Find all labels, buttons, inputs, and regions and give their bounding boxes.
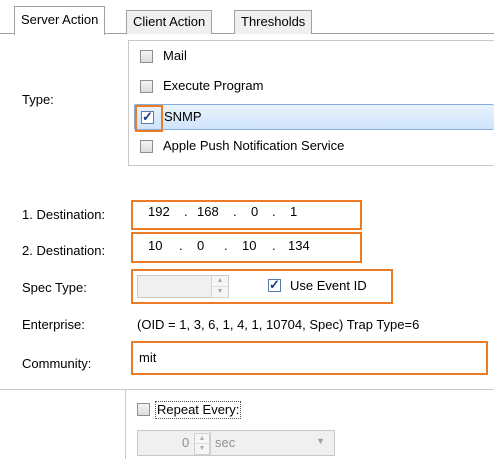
- destination1-ip-input[interactable]: 192 . 168 . 0 . 1: [131, 200, 362, 230]
- community-label: Community:: [22, 356, 92, 371]
- ip-dot: .: [233, 204, 237, 219]
- type-option-mail[interactable]: Mail: [134, 44, 494, 70]
- use-event-id-checkbox-row[interactable]: Use Event ID: [265, 276, 385, 296]
- spin-up-icon[interactable]: ▲: [195, 434, 209, 444]
- snmp-checkbox-highlight: [135, 105, 163, 132]
- ip-dot: .: [184, 204, 188, 219]
- spin-up-icon[interactable]: ▲: [212, 276, 228, 287]
- destination2-octet-1[interactable]: 10: [148, 238, 162, 253]
- ip-dot: .: [272, 238, 276, 253]
- destination1-label: 1. Destination:: [22, 207, 106, 222]
- ip-dot: .: [179, 238, 183, 253]
- snmp-label: SNMP: [164, 109, 202, 124]
- use-event-id-checkbox[interactable]: [268, 277, 281, 293]
- spec-type-spinner[interactable]: ▲ ▼: [137, 275, 229, 298]
- enterprise-label: Enterprise:: [22, 317, 85, 332]
- apple-push-label: Apple Push Notification Service: [163, 138, 345, 153]
- repeat-every-label: Repeat Every:: [155, 401, 242, 419]
- destination1-octet-3[interactable]: 0: [251, 204, 258, 219]
- repeat-unit-select[interactable]: sec ▼: [210, 431, 335, 455]
- spin-down-icon[interactable]: ▼: [195, 444, 209, 453]
- chevron-down-icon[interactable]: ▼: [316, 436, 325, 446]
- apple-push-checkbox[interactable]: [140, 140, 153, 153]
- execute-program-checkbox[interactable]: [140, 80, 153, 93]
- repeat-unit-value: sec: [215, 435, 236, 450]
- destination2-octet-3[interactable]: 10: [242, 238, 256, 253]
- use-event-id-label: Use Event ID: [290, 278, 367, 293]
- ip-dot: .: [224, 238, 228, 253]
- destination2-octet-2[interactable]: 0: [197, 238, 204, 253]
- repeat-every-checkbox[interactable]: [137, 403, 150, 416]
- tab-server-action[interactable]: Server Action: [14, 6, 106, 35]
- community-value: mit: [139, 350, 157, 365]
- destination1-octet-2[interactable]: 168: [197, 204, 219, 219]
- repeat-value: 0: [182, 435, 190, 450]
- vertical-separator: [125, 389, 126, 459]
- destination2-ip-input[interactable]: 10 . 0 . 10 . 134: [131, 232, 362, 263]
- destination1-octet-1[interactable]: 192: [148, 204, 170, 219]
- repeat-spin-buttons[interactable]: ▲ ▼: [194, 433, 210, 455]
- type-option-snmp[interactable]: SNMP: [134, 104, 494, 130]
- spec-type-spin-buttons[interactable]: ▲ ▼: [211, 276, 228, 298]
- ip-dot: .: [272, 204, 276, 219]
- separator: [0, 389, 494, 390]
- destination1-octet-4[interactable]: 1: [290, 204, 297, 219]
- type-option-execute-program[interactable]: Execute Program: [134, 74, 494, 100]
- type-option-apple-push[interactable]: Apple Push Notification Service: [134, 134, 494, 160]
- mail-checkbox[interactable]: [140, 50, 153, 63]
- spin-down-icon[interactable]: ▼: [212, 287, 228, 298]
- community-input[interactable]: mit: [131, 341, 488, 375]
- destination2-octet-4[interactable]: 134: [288, 238, 310, 253]
- enterprise-value: (OID = 1, 3, 6, 1, 4, 1, 10704, Spec) Tr…: [137, 317, 420, 332]
- execute-program-label: Execute Program: [163, 78, 264, 93]
- spec-type-label: Spec Type:: [22, 280, 87, 295]
- tab-client-action[interactable]: Client Action: [126, 10, 213, 34]
- mail-label: Mail: [163, 48, 187, 63]
- destination2-label: 2. Destination:: [22, 243, 106, 258]
- tab-thresholds[interactable]: Thresholds: [234, 10, 313, 34]
- repeat-every-control[interactable]: 0 ▲ ▼ sec ▼: [137, 430, 335, 456]
- type-label: Type:: [22, 92, 54, 107]
- repeat-every-row[interactable]: Repeat Every:: [137, 399, 287, 421]
